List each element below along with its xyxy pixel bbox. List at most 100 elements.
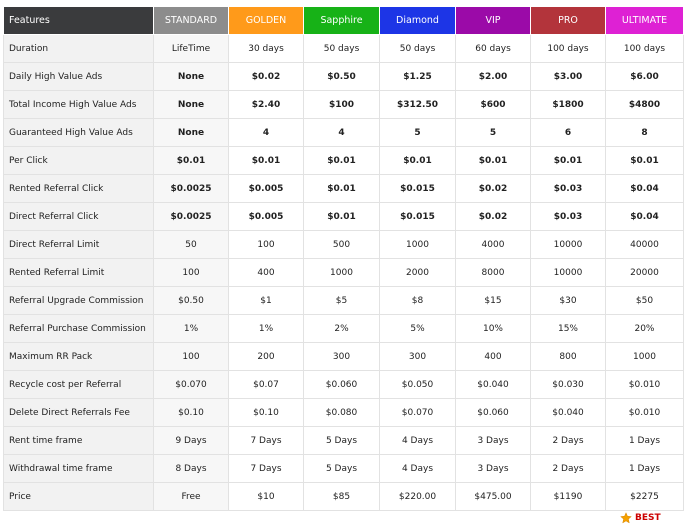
plan-value: $220.00	[379, 482, 456, 511]
plan-value: $0.03	[530, 202, 606, 231]
plan-value: 5 Days	[303, 454, 380, 483]
feature-label: Duration	[3, 34, 154, 63]
plan-value: 50 days	[303, 34, 380, 63]
plan-value: $0.03	[530, 174, 606, 203]
plan-value: 2000	[379, 258, 456, 287]
plan-value: 2%	[303, 314, 380, 343]
plan-value: $475.00	[455, 482, 531, 511]
plan-value: 8	[605, 118, 684, 147]
plan-value: $2.40	[228, 90, 304, 119]
plan-value: $0.050	[379, 370, 456, 399]
plan-value: $0.04	[605, 202, 684, 231]
plan-value: 6	[530, 118, 606, 147]
plan-value: 60 days	[455, 34, 531, 63]
plan-value: 200	[228, 342, 304, 371]
plan-value: 1 Days	[605, 426, 684, 455]
plan-value: $0.080	[303, 398, 380, 427]
plan-value: 50	[153, 230, 229, 259]
plan-value: 5	[455, 118, 531, 147]
table-row: Per Click $0.01 $0.01 $0.01 $0.01 $0.01 $0.01 $…	[3, 146, 684, 175]
plan-value: 1000	[303, 258, 380, 287]
plan-value: $5	[303, 286, 380, 315]
plan-value: $4800	[605, 90, 684, 119]
plan-value: $8	[379, 286, 456, 315]
plan-value: $0.005	[228, 174, 304, 203]
plan-value: $0.50	[153, 286, 229, 315]
header-golden: GOLDEN	[228, 6, 304, 35]
plan-value: $0.030	[530, 370, 606, 399]
plan-value: $0.50	[303, 62, 380, 91]
feature-label: Daily High Value Ads	[3, 62, 154, 91]
best-badge: BEST	[620, 512, 661, 524]
plan-value: $15	[455, 286, 531, 315]
plan-value: 10000	[530, 230, 606, 259]
plan-value: $0.10	[153, 398, 229, 427]
plan-value: 10%	[455, 314, 531, 343]
header-vip: VIP	[455, 6, 531, 35]
plan-value: 10000	[530, 258, 606, 287]
table-body: Duration LifeTime 30 days 50 days 50 days 60 …	[3, 34, 684, 511]
plan-value: $10	[228, 482, 304, 511]
plan-value: $0.01	[303, 146, 380, 175]
plan-value: 20000	[605, 258, 684, 287]
plan-value: $30	[530, 286, 606, 315]
plan-value: $0.01	[605, 146, 684, 175]
plan-value: $0.005	[228, 202, 304, 231]
plan-value: 4	[303, 118, 380, 147]
plan-value: $0.01	[228, 146, 304, 175]
feature-label: Direct Referral Limit	[3, 230, 154, 259]
plan-value: 40000	[605, 230, 684, 259]
feature-label: Withdrawal time frame	[3, 454, 154, 483]
membership-comparison: Features STANDARD GOLDEN Sapphire Diamon…	[3, 6, 684, 511]
feature-label: Guaranteed High Value Ads	[3, 118, 154, 147]
plan-value: $0.01	[379, 146, 456, 175]
plan-value: 100 days	[530, 34, 606, 63]
feature-label: Referral Purchase Commission	[3, 314, 154, 343]
plan-value: 3 Days	[455, 454, 531, 483]
plan-value: 9 Days	[153, 426, 229, 455]
plan-value: 15%	[530, 314, 606, 343]
plan-value: $0.02	[455, 202, 531, 231]
plan-value: $0.10	[228, 398, 304, 427]
plan-value: $2275	[605, 482, 684, 511]
star-icon	[620, 512, 632, 524]
plan-value: $0.02	[455, 174, 531, 203]
plan-value: LifeTime	[153, 34, 229, 63]
plan-value: None	[153, 90, 229, 119]
plan-value: 500	[303, 230, 380, 259]
plan-value: $1	[228, 286, 304, 315]
plan-value: $0.040	[455, 370, 531, 399]
plan-value: $50	[605, 286, 684, 315]
membership-table: Features STANDARD GOLDEN Sapphire Diamon…	[3, 6, 684, 511]
plan-value: 20%	[605, 314, 684, 343]
plan-value: 1%	[228, 314, 304, 343]
plan-value: 7 Days	[228, 454, 304, 483]
plan-value: 100 days	[605, 34, 684, 63]
plan-value: $0.01	[303, 202, 380, 231]
plan-value: $3.00	[530, 62, 606, 91]
feature-label: Rent time frame	[3, 426, 154, 455]
plan-value: 3 Days	[455, 426, 531, 455]
table-row: Recycle cost per Referral $0.070 $0.07 $0.0…	[3, 370, 684, 399]
header-pro: PRO	[530, 6, 606, 35]
plan-value: $0.01	[530, 146, 606, 175]
plan-value: None	[153, 62, 229, 91]
table-row: Rented Referral Click $0.0025 $0.005 $0.01 $…	[3, 174, 684, 203]
table-row: Maximum RR Pack 100 200 300 300 400 800 1000	[3, 342, 684, 371]
plan-value: $0.04	[605, 174, 684, 203]
table-row: Direct Referral Click $0.0025 $0.005 $0.01 $…	[3, 202, 684, 231]
plan-value: $600	[455, 90, 531, 119]
table-row: Rented Referral Limit 100 400 1000 2000 8000 1…	[3, 258, 684, 287]
plan-value: 5	[379, 118, 456, 147]
table-row: Withdrawal time frame 8 Days 7 Days 5 Days 4…	[3, 454, 684, 483]
plan-value: $0.01	[455, 146, 531, 175]
plan-value: 30 days	[228, 34, 304, 63]
plan-value: $1190	[530, 482, 606, 511]
table-row: Referral Upgrade Commission $0.50 $1 $5 $8 $1…	[3, 286, 684, 315]
table-row: Referral Purchase Commission 1% 1% 2% 5% 10% 1…	[3, 314, 684, 343]
header-row: Features STANDARD GOLDEN Sapphire Diamon…	[3, 6, 684, 35]
plan-value: $1.25	[379, 62, 456, 91]
plan-value: 300	[303, 342, 380, 371]
plan-value: 2 Days	[530, 426, 606, 455]
plan-value: 100	[153, 342, 229, 371]
